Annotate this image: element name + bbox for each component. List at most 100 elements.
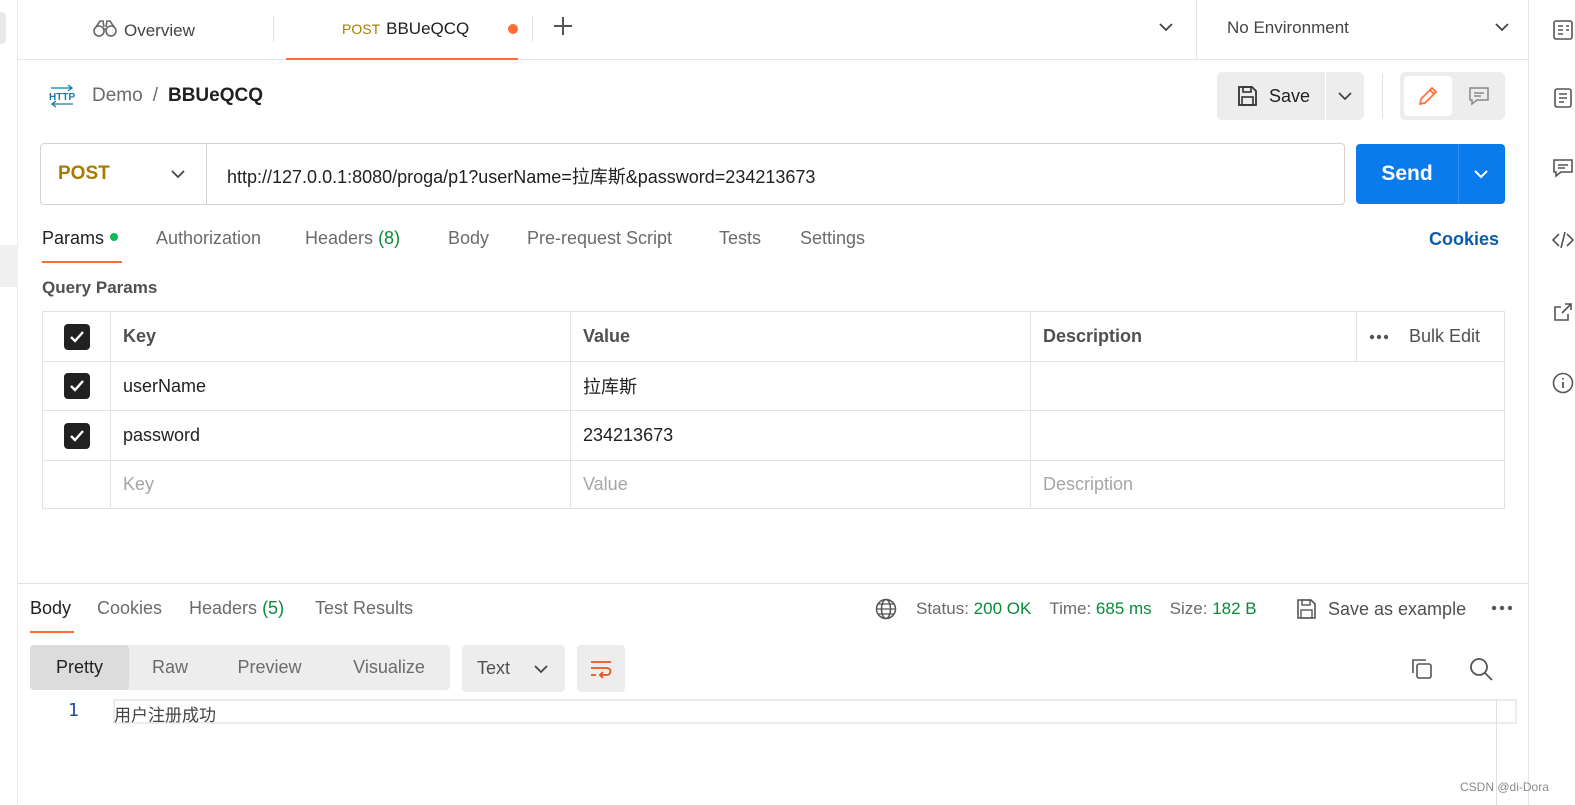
response-format-select[interactable]: Text: [462, 645, 565, 692]
new-description-input[interactable]: Description: [1031, 461, 1504, 508]
new-value-input[interactable]: Value: [571, 461, 1031, 508]
environment-quicklook-icon[interactable]: [1551, 18, 1575, 42]
param-value-cell[interactable]: 拉库斯: [571, 362, 1031, 410]
watermark: CSDN @di-Dora: [1460, 780, 1549, 794]
active-tab-underline: [30, 631, 74, 633]
save-button-group: Save: [1217, 72, 1364, 120]
bulk-edit-button[interactable]: Bulk Edit: [1409, 326, 1480, 347]
time-value[interactable]: 685 ms: [1096, 599, 1152, 619]
tab-overview[interactable]: Overview: [92, 18, 195, 43]
size-label: Size:: [1169, 599, 1208, 618]
tab-request-bbueqcq[interactable]: POST BBUeQCQ: [286, 0, 518, 60]
table-row: password 234213673: [43, 411, 1504, 461]
save-options-button[interactable]: [1335, 86, 1355, 111]
binoculars-icon: [92, 18, 118, 43]
tab-tests[interactable]: Tests: [719, 228, 761, 249]
param-description-cell[interactable]: [1031, 362, 1504, 410]
breadcrumb: Demo / BBUeQCQ: [92, 85, 263, 107]
breadcrumb-separator: /: [152, 85, 158, 106]
size-value[interactable]: 182 B: [1212, 599, 1256, 619]
url-input[interactable]: http://127.0.0.1:8080/proga/p1?userName=…: [227, 163, 815, 189]
save-button[interactable]: Save: [1217, 72, 1325, 120]
tab-response-cookies[interactable]: Cookies: [97, 598, 162, 619]
response-code-line: 1 用户注册成功: [18, 699, 1517, 726]
response-divider[interactable]: [18, 583, 1528, 584]
query-params-title: Query Params: [42, 278, 158, 297]
request-url-bar: POST http://127.0.0.1:8080/proga/p1?user…: [40, 143, 1345, 205]
tab-params[interactable]: Params: [42, 228, 119, 249]
view-raw[interactable]: Raw: [129, 645, 211, 690]
method-value: POST: [58, 163, 110, 184]
toolbar-divider: [1382, 74, 1383, 118]
save-as-example-button[interactable]: Save as example: [1294, 597, 1466, 621]
headers-count: (8): [378, 228, 401, 248]
info-icon[interactable]: [1551, 371, 1575, 395]
row-checkbox[interactable]: [63, 373, 90, 399]
param-description-cell[interactable]: [1031, 411, 1504, 460]
environment-selector[interactable]: No Environment: [1196, 0, 1528, 60]
mode-toggle: [1400, 72, 1505, 120]
view-preview[interactable]: Preview: [211, 645, 328, 690]
wrap-lines-icon: [591, 660, 612, 679]
search-icon[interactable]: [1468, 656, 1494, 687]
table-row: userName 拉库斯: [43, 362, 1504, 411]
tab-test-results[interactable]: Test Results: [315, 598, 413, 619]
documentation-icon[interactable]: [1551, 86, 1575, 110]
svg-text:HTTP: HTTP: [49, 92, 75, 103]
related-collections-icon[interactable]: [1551, 300, 1575, 324]
chevron-down-icon: [1474, 170, 1488, 179]
more-options-icon[interactable]: [1369, 334, 1389, 340]
row-checkbox-cell: [43, 411, 111, 460]
column-header-key: Key: [111, 312, 571, 361]
chevron-down-icon: [1491, 16, 1513, 43]
view-pretty[interactable]: Pretty: [30, 645, 129, 690]
tab-settings[interactable]: Settings: [800, 228, 865, 249]
select-all-checkbox[interactable]: [63, 323, 90, 350]
globe-icon[interactable]: [874, 597, 898, 621]
tab-response-body[interactable]: Body: [30, 598, 71, 619]
edit-mode-button[interactable]: [1404, 76, 1452, 116]
tab-prerequest-script[interactable]: Pre-request Script: [527, 228, 672, 249]
sidebar-collapse-handle[interactable]: [0, 12, 6, 44]
tabs-dropdown-button[interactable]: [1155, 16, 1177, 43]
view-visualize[interactable]: Visualize: [328, 645, 450, 690]
method-select[interactable]: POST: [41, 144, 207, 204]
copy-icon[interactable]: [1409, 656, 1435, 687]
row-checkbox[interactable]: [63, 422, 90, 449]
comments-icon[interactable]: [1551, 156, 1575, 180]
checkmark-icon: [69, 380, 84, 392]
breadcrumb-collection[interactable]: Demo: [92, 85, 143, 107]
new-key-input[interactable]: Key: [111, 461, 571, 508]
param-key-cell[interactable]: userName: [111, 362, 571, 410]
tab-authorization[interactable]: Authorization: [156, 228, 261, 249]
response-more-button[interactable]: [1490, 598, 1514, 623]
param-key-cell[interactable]: password: [111, 411, 571, 460]
response-body-text[interactable]: 用户注册成功: [114, 701, 216, 726]
tab-headers-label: Headers: [305, 228, 374, 248]
tab-response-headers-label: Headers: [189, 598, 258, 618]
tab-method-badge: POST: [342, 21, 381, 37]
param-value-cell[interactable]: 234213673: [571, 411, 1031, 460]
tab-headers[interactable]: Headers (8): [305, 228, 400, 249]
send-button[interactable]: Send: [1356, 144, 1458, 204]
new-tab-button[interactable]: [548, 12, 578, 46]
right-sidebar: [1528, 0, 1575, 805]
response-view-switcher: Pretty Raw Preview Visualize: [30, 645, 450, 690]
cookies-link[interactable]: Cookies: [1429, 229, 1499, 250]
send-button-group: Send: [1356, 144, 1505, 204]
chevron-down-icon: [1338, 92, 1352, 101]
tab-bar: Overview POST BBUeQCQ No Environment: [18, 0, 1528, 60]
status-value[interactable]: 200 OK: [974, 599, 1032, 619]
response-format-value: Text: [477, 658, 511, 678]
unsaved-dot-icon[interactable]: [508, 24, 518, 34]
save-divider: [1325, 72, 1326, 120]
comment-mode-button[interactable]: [1456, 76, 1501, 116]
send-options-button[interactable]: [1470, 163, 1492, 190]
wrap-lines-button[interactable]: [577, 645, 625, 692]
row-checkbox-cell: [43, 362, 111, 410]
tab-body[interactable]: Body: [448, 228, 489, 249]
tab-response-headers[interactable]: Headers (5): [189, 598, 284, 619]
code-icon[interactable]: [1551, 228, 1575, 252]
breadcrumb-request-name[interactable]: BBUeQCQ: [168, 85, 263, 107]
column-header-value: Value: [571, 312, 1031, 361]
